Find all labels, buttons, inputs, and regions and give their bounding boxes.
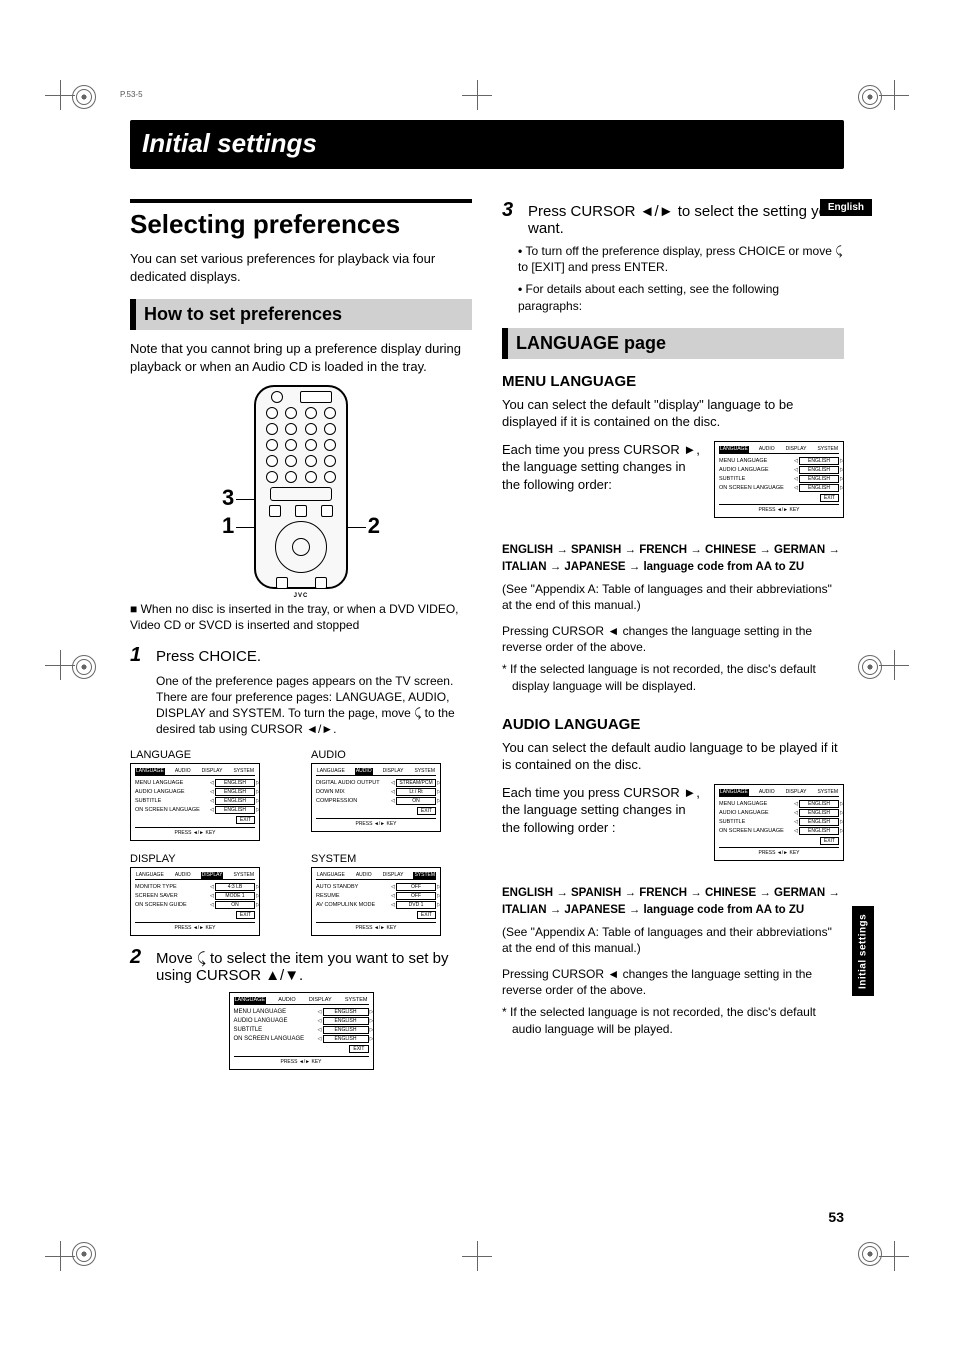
crop-mark-icon: [45, 80, 75, 110]
crop-mark-icon: [879, 1241, 909, 1271]
intro-text: You can set various preferences for play…: [130, 250, 472, 285]
step-3: 3 Press CURSOR ◄/► to select the setting…: [502, 199, 844, 237]
source-page-ref: P.53-5: [120, 90, 143, 99]
step-number: 2: [130, 946, 148, 969]
audio-lang-block: LANGUAGEAUDIODISPLAYSYSTEM MENU LANGUAGE…: [502, 784, 844, 868]
right-column: English 3 Press CURSOR ◄/► to select the…: [502, 199, 844, 1078]
appendix-note: (See "Appendix A: Table of languages and…: [502, 924, 844, 956]
asterisk-note: * If the selected language is not record…: [502, 661, 844, 693]
menu-lang-block: LANGUAGEAUDIODISPLAYSYSTEM MENU LANGUAGE…: [502, 441, 844, 525]
osd-language-large: LANGUAGEAUDIODISPLAYSYSTEM MENU LANGUAGE…: [229, 992, 374, 1071]
crop-mark-icon: [462, 80, 492, 110]
page-number: 53: [828, 1209, 844, 1225]
remote-body-icon: JVC: [254, 385, 348, 589]
subsection-bar: How to set preferences: [130, 299, 472, 330]
osd-caption: LANGUAGE: [130, 749, 291, 761]
language-sequence: ENGLISHSPANISHFRENCHCHINESEGERMANITALIAN…: [502, 885, 844, 917]
step-number: 1: [130, 644, 148, 667]
osd-display-preview: LANGUAGEAUDIODISPLAYSYSTEM MONITOR TYPE4…: [130, 867, 260, 936]
language-sequence: ENGLISHSPANISHFRENCHCHINESEGERMANITALIAN…: [502, 542, 844, 574]
step-number: 3: [502, 199, 520, 222]
remote-illustration: 3 1 2: [236, 385, 366, 589]
crop-mark-icon: [45, 650, 75, 680]
asterisk-note: * If the selected language is not record…: [502, 1004, 844, 1036]
h2-menu-language: MENU LANGUAGE: [502, 373, 844, 390]
manual-page: P.53-5 Initial settings Selecting prefer…: [0, 0, 954, 1351]
registration-mark-icon: [858, 655, 882, 679]
body-text: You can select the default audio languag…: [502, 739, 844, 774]
left-column: Selecting preferences You can set variou…: [130, 199, 472, 1078]
appendix-note: (See "Appendix A: Table of languages and…: [502, 581, 844, 613]
callout-number: 3: [222, 485, 234, 511]
osd-audio-language: LANGUAGEAUDIODISPLAYSYSTEM MENU LANGUAGE…: [714, 784, 844, 862]
osd-caption: SYSTEM: [311, 853, 472, 865]
section-title: Selecting preferences: [130, 199, 472, 240]
osd-menu-language: LANGUAGEAUDIODISPLAYSYSTEM MENU LANGUAGE…: [714, 441, 844, 519]
two-column-layout: Selecting preferences You can set variou…: [130, 199, 844, 1078]
callout-number: 2: [368, 513, 380, 539]
reverse-note: Pressing CURSOR ◄ changes the language s…: [502, 623, 844, 655]
callout-number: 1: [222, 513, 234, 539]
registration-mark-icon: [858, 1242, 882, 1266]
h2-audio-language: AUDIO LANGUAGE: [502, 716, 844, 733]
remote-logo: JVC: [256, 593, 346, 599]
step-text: Move ⤹ to select the item you want to se…: [156, 950, 472, 984]
chapter-header: Initial settings: [130, 120, 844, 169]
crop-mark-icon: [45, 1241, 75, 1271]
step-2: 2 Move ⤹ to select the item you want to …: [130, 946, 472, 984]
step-text: Press CURSOR ◄/► to select the setting y…: [528, 203, 844, 237]
registration-mark-icon: [72, 1242, 96, 1266]
body-text: You can select the default "display" lan…: [502, 396, 844, 431]
registration-mark-icon: [858, 85, 882, 109]
step-subtext: One of the preference pages appears on t…: [156, 673, 472, 738]
crop-mark-icon: [462, 1241, 492, 1271]
registration-mark-icon: [72, 655, 96, 679]
reverse-note: Pressing CURSOR ◄ changes the language s…: [502, 966, 844, 998]
subsection-bar: LANGUAGE page: [502, 328, 844, 359]
registration-mark-icon: [72, 85, 96, 109]
language-badge: English: [820, 199, 872, 216]
osd-audio-preview: LANGUAGEAUDIODISPLAYSYSTEM DIGITAL AUDIO…: [311, 763, 441, 832]
subsection-note: Note that you cannot bring up a preferen…: [130, 340, 472, 375]
step-text: Press CHOICE.: [156, 648, 472, 665]
condition-bullet: When no disc is inserted in the tray, or…: [130, 601, 472, 633]
osd-system-preview: LANGUAGEAUDIODISPLAYSYSTEM AUTO STANDBYO…: [311, 867, 441, 936]
side-tab: Initial settings: [852, 906, 874, 996]
step-bullet: For details about each setting, see the …: [518, 281, 844, 313]
step-bullet: To turn off the preference display, pres…: [518, 243, 844, 275]
crop-mark-icon: [879, 650, 909, 680]
crop-mark-icon: [879, 80, 909, 110]
osd-preview-row-1: LANGUAGE LANGUAGEAUDIODISPLAYSYSTEM MENU…: [130, 743, 472, 841]
osd-caption: AUDIO: [311, 749, 472, 761]
content-area: P.53-5 Initial settings Selecting prefer…: [130, 120, 844, 1221]
step-1: 1 Press CHOICE.: [130, 644, 472, 667]
osd-language-preview: LANGUAGEAUDIODISPLAYSYSTEM MENU LANGUAGE…: [130, 763, 260, 841]
osd-preview-row-2: DISPLAY LANGUAGEAUDIODISPLAYSYSTEM MONIT…: [130, 847, 472, 936]
osd-caption: DISPLAY: [130, 853, 291, 865]
